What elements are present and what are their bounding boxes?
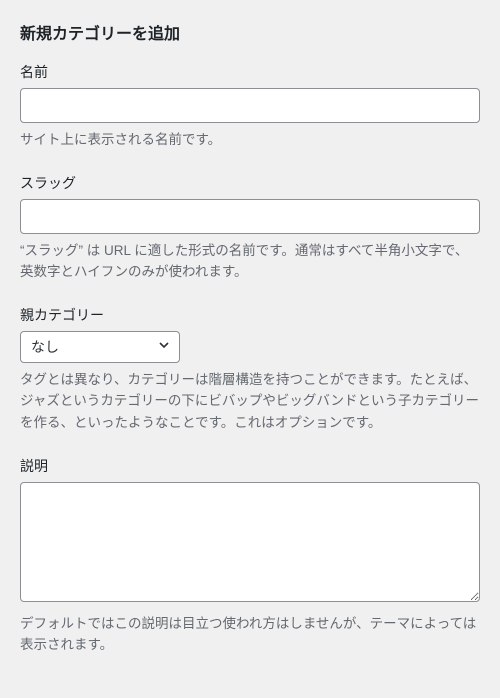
slug-label: スラッグ bbox=[20, 173, 480, 193]
slug-field: スラッグ “スラッグ” は URL に適した形式の名前です。通常はすべて半角小文… bbox=[20, 173, 480, 283]
slug-input[interactable] bbox=[20, 199, 480, 234]
parent-description: タグとは異なり、カテゴリーは階層構造を持つことができます。たとえば、ジャズという… bbox=[20, 369, 480, 434]
description-field: 説明 デフォルトではこの説明は目立つ使われ方はしませんが、テーマによっては表示さ… bbox=[20, 456, 480, 656]
description-description: デフォルトではこの説明は目立つ使われ方はしませんが、テーマによっては表示されます… bbox=[20, 613, 480, 656]
description-textarea[interactable] bbox=[20, 482, 480, 602]
add-category-form: 新規カテゴリーを追加 名前 サイト上に表示される名前です。 スラッグ “スラッグ… bbox=[0, 0, 500, 698]
name-label: 名前 bbox=[20, 62, 480, 82]
description-label: 説明 bbox=[20, 456, 480, 476]
name-field: 名前 サイト上に表示される名前です。 bbox=[20, 62, 480, 151]
parent-select-wrap: なし bbox=[20, 331, 180, 363]
parent-field: 親カテゴリー なし タグとは異なり、カテゴリーは階層構造を持つことができます。た… bbox=[20, 305, 480, 434]
slug-description: “スラッグ” は URL に適した形式の名前です。通常はすべて半角小文字で、英数… bbox=[20, 240, 480, 283]
form-title: 新規カテゴリーを追加 bbox=[20, 20, 480, 44]
parent-select[interactable]: なし bbox=[20, 331, 180, 363]
parent-label: 親カテゴリー bbox=[20, 305, 480, 325]
name-input[interactable] bbox=[20, 88, 480, 123]
name-description: サイト上に表示される名前です。 bbox=[20, 129, 480, 151]
